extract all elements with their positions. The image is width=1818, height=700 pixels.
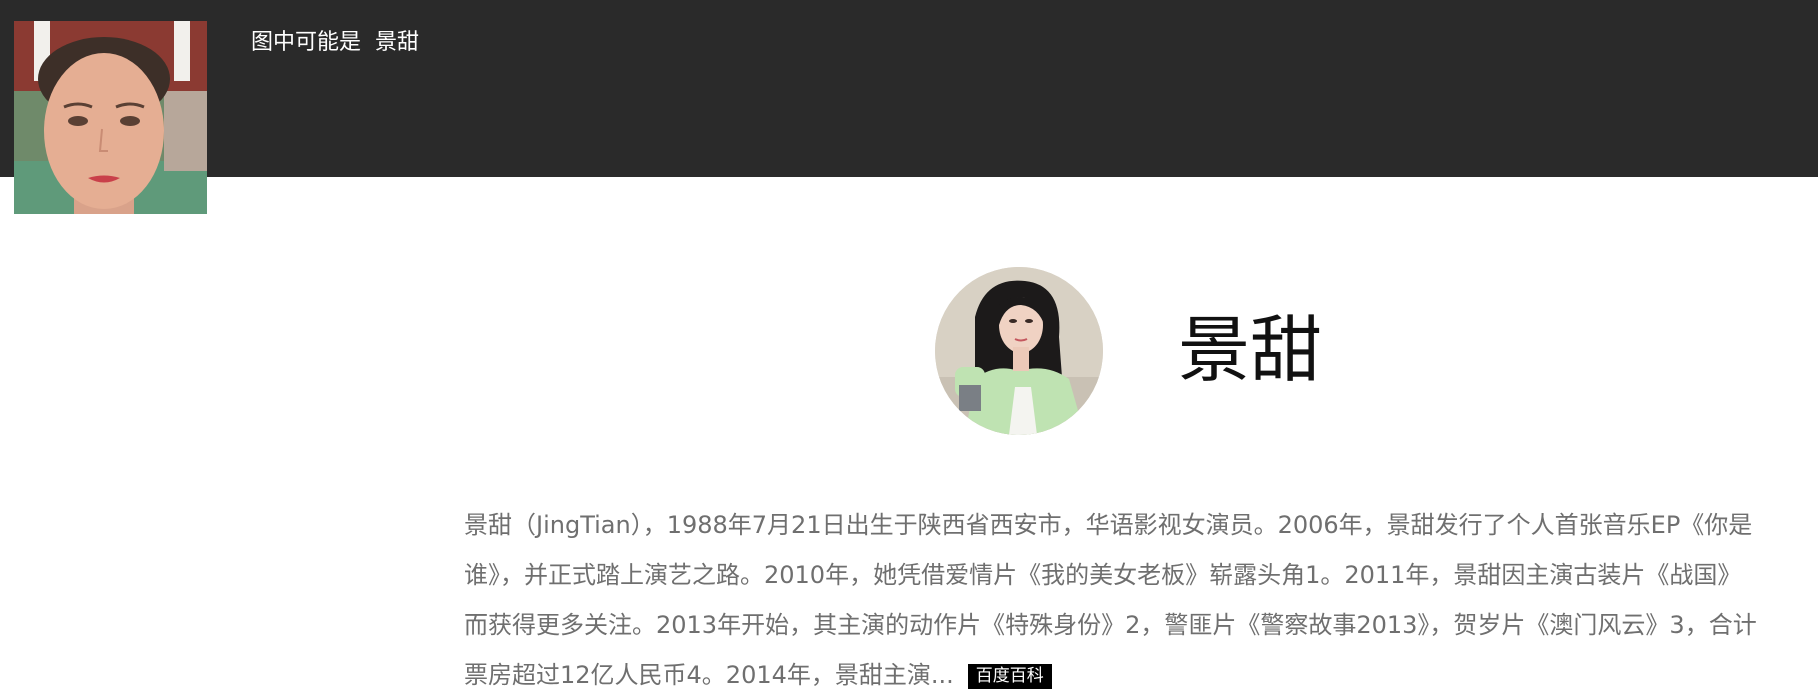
entity-avatar[interactable] [935,267,1103,435]
face-photo-icon [14,21,207,214]
entity-description: 景甜（JingTian），1988年7月21日出生于陕西省西安市，华语影视女演员… [464,500,1764,700]
caption-prefix: 图中可能是 [251,30,362,55]
query-image-thumbnail[interactable] [14,21,207,214]
description-text: 景甜（JingTian），1988年7月21日出生于陕西省西安市，华语影视女演员… [464,511,1757,689]
entity-name-heading: 景甜 [1178,308,1323,392]
portrait-photo-icon [935,267,1103,435]
source-badge-baike[interactable]: 百度百科 [967,664,1052,689]
recognition-caption: 图中可能是 景甜 [251,28,419,58]
caption-person-name[interactable]: 景甜 [375,30,419,55]
top-bar [0,0,1818,177]
